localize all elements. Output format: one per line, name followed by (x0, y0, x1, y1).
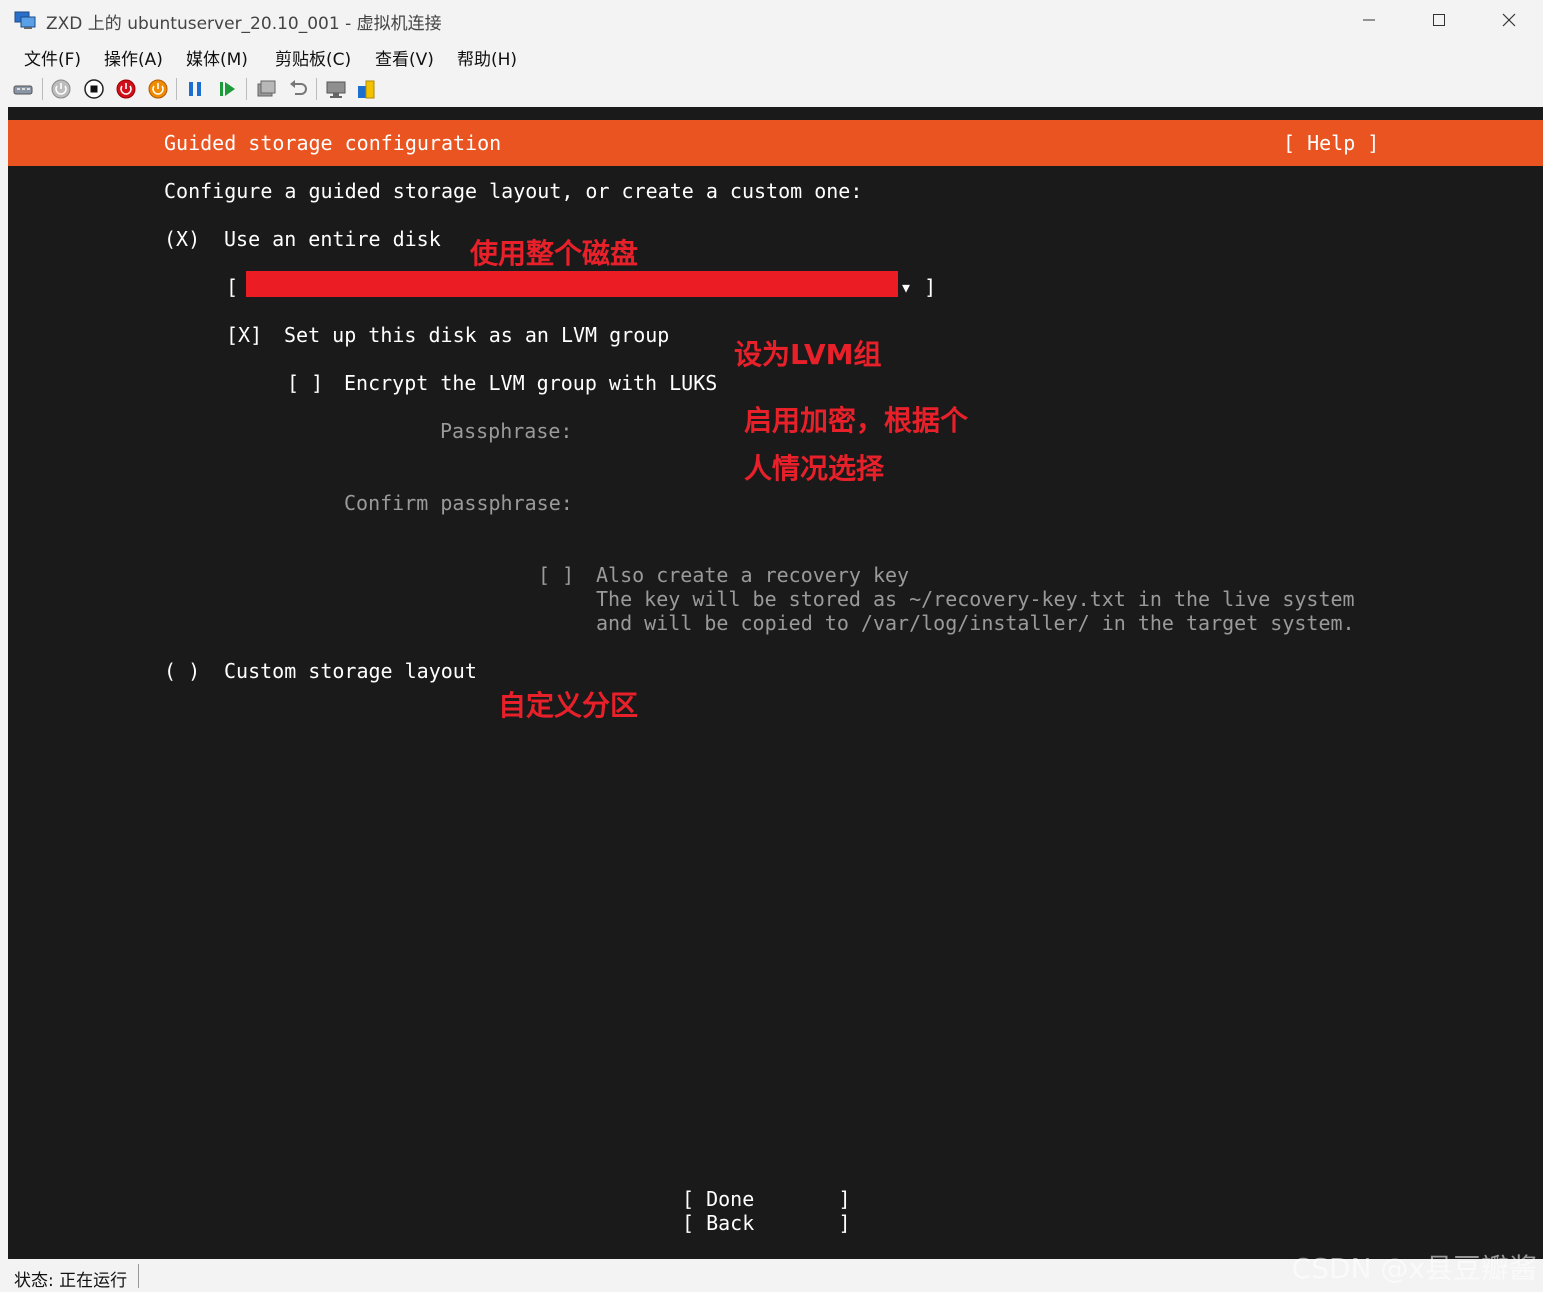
annotation-custom: 自定义分区 (498, 689, 639, 722)
enhanced-session-button[interactable] (325, 78, 347, 100)
toolbar-separator (246, 78, 247, 100)
custom-layout-radio[interactable]: ( ) (164, 659, 200, 683)
status-text: 状态: 正在运行 (14, 1271, 128, 1291)
annotation-lvm: 设为LVM组 (734, 338, 882, 371)
share-icon (358, 80, 375, 99)
minimize-button[interactable] (1346, 4, 1392, 36)
installer-header: Guided storage configuration [ Help ] (8, 120, 1543, 166)
minimize-icon (1363, 19, 1375, 21)
csdn-watermark: CSDN @x县豆瓣酱 (1291, 1252, 1537, 1285)
redacted-disk-selector[interactable] (246, 271, 898, 297)
help-button[interactable]: [ Help ] (1283, 131, 1379, 155)
disk-select-bracket-left: [ (226, 275, 239, 299)
save-button[interactable] (147, 78, 169, 100)
lvm-checkbox[interactable]: [X] (226, 323, 262, 347)
done-button[interactable]: [ Done ] (682, 1187, 851, 1211)
entire-disk-label[interactable]: Use an entire disk (224, 227, 441, 251)
reset-icon (220, 82, 235, 96)
recovery-key-checkbox[interactable]: [ ] (538, 563, 574, 587)
menu-view[interactable]: 查看(V) (375, 45, 434, 70)
shutdown-icon (116, 79, 136, 99)
disk-select-bracket-right: ▾ ] (900, 275, 937, 299)
save-icon (148, 79, 168, 99)
installer-screen: Guided storage configuration [ Help ] Co… (8, 107, 1543, 1259)
recovery-key-help-line1: The key will be stored as ~/recovery-key… (596, 587, 1355, 611)
revert-icon (290, 80, 307, 95)
annotation-encrypt-line2: 人情况选择 (744, 452, 885, 485)
pause-button[interactable] (184, 78, 206, 100)
prompt-text: Configure a guided storage layout, or cr… (164, 179, 863, 203)
close-icon (1502, 13, 1516, 27)
title-bar: ZXD 上的 ubuntuserver_20.10_001 - 虚拟机连接 (0, 0, 1543, 40)
window-title: ZXD 上的 ubuntuserver_20.10_001 - 虚拟机连接 (46, 14, 442, 34)
encrypt-checkbox[interactable]: [ ] (287, 371, 323, 395)
vm-display[interactable]: Guided storage configuration [ Help ] Co… (8, 107, 1543, 1259)
revert-button[interactable] (287, 78, 309, 100)
vm-connection-window: ZXD 上的 ubuntuserver_20.10_001 - 虚拟机连接 文件… (0, 0, 1543, 1292)
menu-clipboard[interactable]: 剪贴板(C) (275, 45, 351, 70)
menu-file[interactable]: 文件(F) (24, 45, 81, 70)
back-button[interactable]: [ Back ] (682, 1211, 851, 1235)
reset-button[interactable] (216, 78, 238, 100)
toolbar-separator (42, 78, 43, 100)
toolbar-separator (176, 78, 177, 100)
enhanced-session-icon (326, 81, 346, 98)
recovery-key-label: Also create a recovery key (596, 563, 910, 587)
status-separator (138, 1264, 139, 1288)
lvm-label[interactable]: Set up this disk as an LVM group (284, 323, 669, 347)
checkpoint-icon (257, 80, 276, 97)
ctrl-alt-del-icon (13, 85, 33, 95)
custom-layout-label[interactable]: Custom storage layout (224, 659, 477, 683)
passphrase-label: Passphrase: (440, 419, 573, 443)
recovery-key-help-line2: and will be copied to /var/log/installer… (596, 611, 1355, 635)
menu-action[interactable]: 操作(A) (104, 45, 163, 70)
close-button[interactable] (1486, 4, 1532, 36)
maximize-button[interactable] (1416, 4, 1462, 36)
entire-disk-radio[interactable]: (X) (164, 227, 200, 251)
menu-media[interactable]: 媒体(M) (186, 45, 248, 70)
toolbar (0, 72, 1543, 106)
pause-icon (189, 82, 201, 96)
menu-help[interactable]: 帮助(H) (457, 45, 517, 70)
share-button[interactable] (355, 78, 377, 100)
ctrl-alt-del-button[interactable] (12, 78, 34, 100)
annotation-encrypt-line1: 启用加密，根据个 (744, 404, 969, 437)
encrypt-label[interactable]: Encrypt the LVM group with LUKS (344, 371, 717, 395)
shutdown-button[interactable] (115, 78, 137, 100)
menu-bar: 文件(F) 操作(A) 媒体(M) 剪贴板(C) 查看(V) 帮助(H) (0, 40, 1543, 72)
maximize-icon (1433, 14, 1445, 26)
vm-connection-app-icon (14, 11, 36, 29)
toolbar-separator (316, 78, 317, 100)
start-button[interactable] (50, 78, 72, 100)
checkpoint-button[interactable] (255, 78, 277, 100)
confirm-passphrase-label: Confirm passphrase: (344, 491, 573, 515)
annotation-entire-disk: 使用整个磁盘 (470, 237, 639, 270)
turn-off-icon (84, 79, 104, 99)
start-icon (51, 79, 71, 99)
header-title: Guided storage configuration (164, 131, 502, 155)
turn-off-button[interactable] (83, 78, 105, 100)
